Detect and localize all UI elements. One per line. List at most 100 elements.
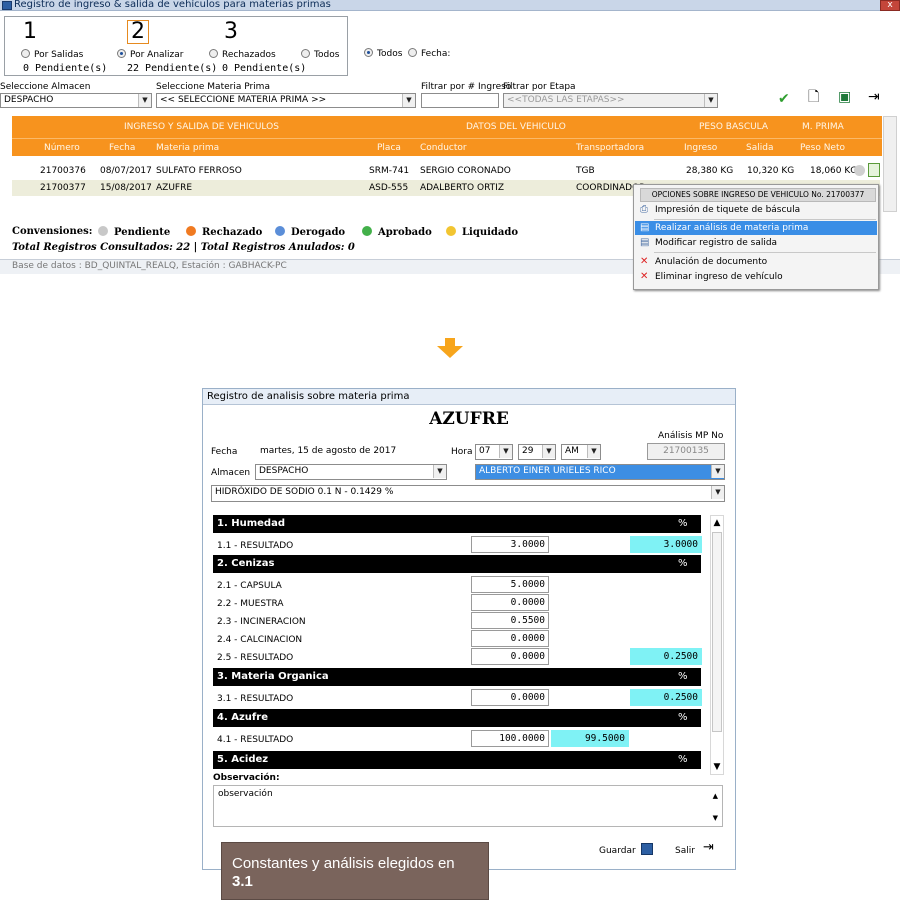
value-input[interactable]: 0.0000	[471, 630, 549, 647]
analyst-select[interactable]: ALBERTO EINER URIELES RICO ▼	[475, 464, 725, 480]
save-disk-icon[interactable]	[641, 843, 653, 855]
cell-fecha: 15/08/2017	[100, 183, 152, 193]
col-salida[interactable]: Salida	[746, 143, 773, 153]
chevron-down-icon: ▼	[402, 94, 415, 107]
analysis-scrollbar[interactable]: ▲ ▼	[710, 515, 724, 775]
cell-peso-neto: 18,060 KG	[810, 166, 858, 176]
grid-column-header: Número Fecha Materia prima Placa Conduct…	[12, 138, 882, 156]
material-title: AZUFRE	[429, 409, 509, 429]
radio-icon	[301, 49, 310, 58]
materia-select[interactable]: << SELECCIONE MATERIA PRIMA >> ▼	[156, 93, 416, 108]
menu-item-analyze[interactable]: ▤ Realizar análisis de materia prima	[635, 221, 877, 235]
result-field: 99.5000	[551, 730, 629, 747]
col-transportadora[interactable]: Transportadora	[576, 143, 644, 153]
x-icon: ✕	[640, 256, 649, 267]
caption-text: Constantes y análisis elegidos en	[232, 855, 455, 872]
radio-fecha[interactable]: Fecha:	[408, 48, 450, 59]
radio-rechazados[interactable]: Rechazados	[209, 49, 276, 60]
caption-bold: 3.1	[232, 873, 253, 890]
menu-item-print-ticket[interactable]: ⎙ Impresión de tiquete de báscula	[635, 203, 877, 217]
row-label: 2.4 - CALCINACION	[217, 635, 303, 645]
radio-por-analizar[interactable]: Por Analizar	[117, 49, 184, 60]
chevron-down-icon: ▼	[138, 94, 151, 107]
value-input[interactable]: 0.0000	[471, 689, 549, 706]
excel-export-icon[interactable]: ▣	[838, 90, 851, 104]
check-icon[interactable]: ✔	[778, 92, 790, 106]
reagent-select[interactable]: HIDRÓXIDO DE SODIO 0.1 N - 0.1429 % ▼	[211, 485, 725, 502]
scroll-up-icon[interactable]: ▲	[711, 516, 723, 530]
row-label: 2.5 - RESULTADO	[217, 653, 294, 663]
etapa-filter-select[interactable]: <<TODAS LAS ETAPAS>> ▼	[503, 93, 718, 108]
scroll-down-icon[interactable]: ▼	[711, 760, 723, 774]
exit-door-icon[interactable]: ⇥	[703, 840, 714, 855]
col-placa[interactable]: Placa	[377, 143, 401, 153]
row-label: 3.1 - RESULTADO	[217, 694, 294, 704]
radio-por-salidas[interactable]: Por Salidas	[21, 49, 83, 60]
radio-checked-icon	[117, 49, 126, 58]
observation-textarea[interactable]: observación ▲ ▼	[213, 785, 723, 827]
chevron-down-icon: ▼	[542, 445, 555, 458]
value-input[interactable]: 0.0000	[471, 594, 549, 611]
legend-liquidado: Liquidado	[446, 226, 518, 238]
totals-summary: Total Registros Consultados: 22 | Total …	[12, 242, 355, 253]
edit-form-icon: ▤	[640, 237, 650, 248]
almacen-select[interactable]: DESPACHO ▼	[0, 93, 152, 108]
close-button[interactable]: x	[880, 0, 900, 11]
step-1-number: 1	[23, 19, 37, 44]
export-row-icon[interactable]	[868, 163, 880, 177]
menu-separator	[654, 219, 876, 220]
derogated-dot-icon	[275, 226, 285, 236]
exit-label[interactable]: Salir	[675, 846, 695, 856]
col-materia[interactable]: Materia prima	[156, 143, 219, 153]
group-peso-bascula: PESO BASCULA	[699, 122, 769, 132]
exit-door-icon[interactable]: ⇥	[868, 90, 880, 104]
grid-scrollbar[interactable]	[883, 116, 897, 212]
legend-pendiente: Pendiente	[98, 226, 170, 238]
ingreso-filter-input[interactable]	[421, 93, 499, 108]
new-document-icon[interactable]: 🗋	[808, 90, 819, 104]
save-label[interactable]: Guardar	[599, 846, 636, 856]
col-fecha[interactable]: Fecha	[109, 143, 135, 153]
radio-icon	[209, 49, 218, 58]
cell-materia: SULFATO FERROSO	[156, 166, 242, 176]
col-numero[interactable]: Número	[44, 143, 80, 153]
col-peso-neto[interactable]: Peso Neto	[800, 143, 845, 153]
rejected-dot-icon	[186, 226, 196, 236]
row-label: 1.1 - RESULTADO	[217, 541, 294, 551]
radio-todos-fecha[interactable]: Todos	[364, 48, 402, 59]
menu-item-delete[interactable]: ✕ Eliminar ingreso de vehículo	[635, 270, 877, 284]
menu-item-modify-exit[interactable]: ▤ Modificar registro de salida	[635, 236, 877, 250]
group-datos-vehiculo: DATOS DEL VEHICULO	[466, 122, 566, 132]
value-input[interactable]: 3.0000	[471, 536, 549, 553]
minute-select[interactable]: 29 ▼	[518, 444, 556, 460]
arrow-down-icon	[437, 338, 463, 358]
menu-item-void[interactable]: ✕ Anulación de documento	[635, 255, 877, 269]
radio-todos-etapas[interactable]: Todos	[301, 49, 339, 60]
radio-checked-icon	[364, 48, 373, 57]
fecha-label: Fecha	[211, 447, 238, 457]
ampm-select[interactable]: AM ▼	[561, 444, 601, 460]
legend-aprobado: Aprobado	[362, 226, 432, 238]
scroll-down-icon[interactable]: ▼	[713, 814, 718, 822]
scroll-up-icon[interactable]: ▲	[713, 792, 718, 800]
col-ingreso[interactable]: Ingreso	[684, 143, 717, 153]
scroll-thumb[interactable]	[712, 532, 722, 732]
edit-form-icon: ▤	[640, 222, 650, 233]
pending-salidas: 0 Pendiente(s)	[23, 63, 108, 74]
col-conductor[interactable]: Conductor	[420, 143, 467, 153]
value-input[interactable]: 100.0000	[471, 730, 549, 747]
row-label: 2.1 - CAPSULA	[217, 581, 282, 591]
dialog-almacen-select[interactable]: DESPACHO ▼	[255, 464, 447, 480]
result-field: 3.0000	[630, 536, 702, 553]
menu-separator	[654, 252, 876, 253]
section-materia-organica: 3. Materia Organica%	[213, 668, 701, 686]
table-row[interactable]: 21700376 08/07/2017 SULFATO FERROSO SRM-…	[12, 163, 880, 179]
title-bar: Registro de ingreso & salida de vehículo…	[0, 0, 900, 11]
value-input[interactable]: 5.0000	[471, 576, 549, 593]
value-input[interactable]: 0.5500	[471, 612, 549, 629]
hour-select[interactable]: 07 ▼	[475, 444, 513, 460]
value-input[interactable]: 0.0000	[471, 648, 549, 665]
step-3-number: 3	[224, 19, 238, 44]
fecha-field[interactable]: martes, 15 de agosto de 2017	[255, 443, 445, 460]
pending-dot-icon	[98, 226, 108, 236]
